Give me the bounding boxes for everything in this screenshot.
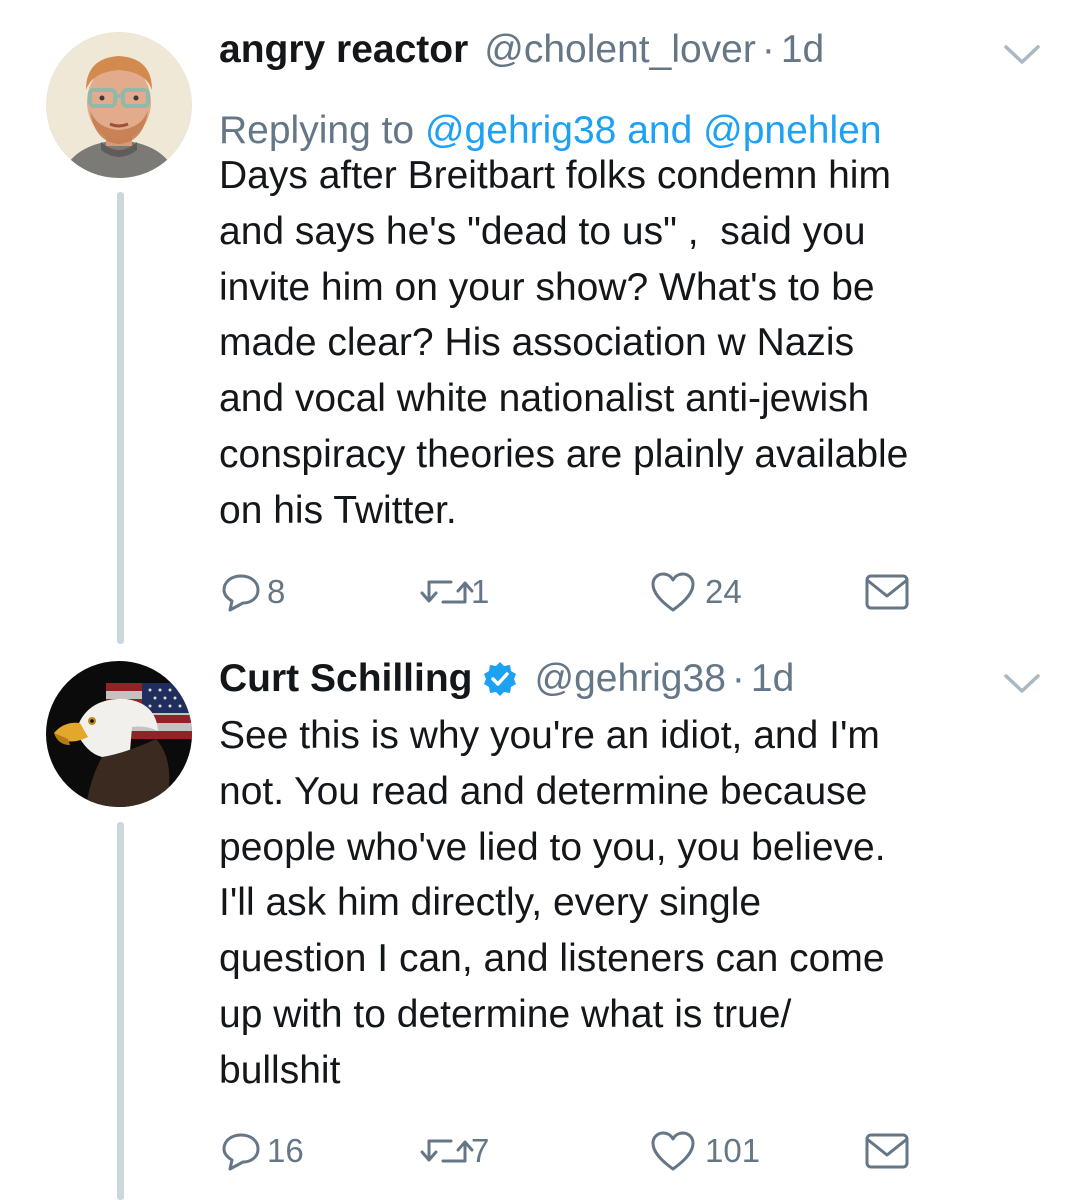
replying-prefix: Replying to <box>219 109 415 152</box>
direct-message-button[interactable] <box>863 567 911 617</box>
tweet[interactable]: Curt Schilling @gehrig38 · 1d See this i… <box>0 654 1081 1200</box>
tweet-header: Curt Schilling @gehrig38 · 1d <box>219 654 794 704</box>
tweet-text-line: up with to determine what is true/ <box>219 992 792 1036</box>
tweet-text-line: Days after Breitbart folks condemn him <box>219 154 891 197</box>
chevron-down-icon[interactable] <box>1002 672 1042 696</box>
retweet-button[interactable]: 7 <box>417 1126 489 1176</box>
like-count: 101 <box>705 1132 761 1169</box>
cartoon-portrait-avatar-icon <box>46 32 192 178</box>
mention-link[interactable]: @gehrig38 <box>425 109 616 152</box>
tweet-text-line: people who've lied to you, you believe. <box>219 825 886 869</box>
reply-count: 16 <box>267 1132 304 1169</box>
retweet-icon <box>420 1139 474 1163</box>
tweet-header: angry reactor @cholent_lover · 1d <box>219 25 824 75</box>
tweet-actions: 8 1 24 <box>219 567 919 617</box>
envelope-icon <box>865 574 909 610</box>
tweet-text-line: not. You read and determine because <box>219 769 868 813</box>
reply-icon <box>222 574 260 612</box>
separator: · <box>761 28 775 71</box>
retweet-icon <box>420 580 474 604</box>
heart-icon <box>651 1131 695 1171</box>
display-name[interactable]: angry reactor <box>219 28 468 72</box>
like-count: 24 <box>705 573 742 610</box>
reply-button[interactable]: 8 <box>219 567 285 617</box>
tweet-text: Days after Breitbart folks condemn him a… <box>219 148 1049 539</box>
tweet-text-line: bullshit <box>219 1048 341 1092</box>
tweet-text-line: See this is why you're an idiot, and I'm <box>219 714 880 757</box>
like-button[interactable]: 101 <box>649 1126 760 1176</box>
replying-and[interactable]: and <box>627 109 692 152</box>
handle[interactable]: @gehrig38 <box>535 657 726 701</box>
replying-to: Replying to @gehrig38 and @pnehlen <box>219 109 882 153</box>
direct-message-button[interactable] <box>863 1126 911 1176</box>
tweet-text-line: on his Twitter. <box>219 488 457 532</box>
tweet-text-line: made clear? His association w Nazis <box>219 321 855 365</box>
tweet-text-line: question I can, and listeners can come <box>219 937 885 981</box>
timestamp[interactable]: 1d <box>751 657 794 701</box>
eagle-flag-avatar-icon <box>46 661 192 807</box>
tweet-text-line: conspiracy theories are plainly availabl… <box>219 432 909 476</box>
reply-button[interactable]: 16 <box>219 1126 304 1176</box>
tweet-actions: 16 7 101 <box>219 1126 919 1176</box>
tweet-text-line: I'll ask him directly, every single <box>219 881 762 925</box>
timestamp[interactable]: 1d <box>781 28 824 72</box>
verified-badge-icon <box>483 662 516 696</box>
retweet-count: 7 <box>471 1132 490 1169</box>
reply-count: 8 <box>267 573 286 610</box>
avatar[interactable] <box>46 32 192 178</box>
separator: · <box>731 657 745 700</box>
tweet-text-line: and vocal white nationalist anti-jewish <box>219 377 870 421</box>
like-button[interactable]: 24 <box>649 567 742 617</box>
mention-link[interactable]: @pnehlen <box>703 109 881 152</box>
tweet-text: See this is why you're an idiot, and I'm… <box>219 708 1049 1099</box>
avatar[interactable] <box>46 661 192 807</box>
tweet[interactable]: angry reactor @cholent_lover · 1d Replyi… <box>0 25 1081 625</box>
retweet-button[interactable]: 1 <box>417 567 489 617</box>
envelope-icon <box>865 1133 909 1169</box>
tweet-text-line: and says he's "dead to us" , said you <box>219 209 866 253</box>
display-name[interactable]: Curt Schilling <box>219 657 473 701</box>
handle[interactable]: @cholent_lover <box>484 28 756 72</box>
retweet-count: 1 <box>471 573 490 610</box>
tweet-text-line: invite him on your show? What's to be <box>219 265 875 309</box>
reply-icon <box>222 1133 260 1171</box>
heart-icon <box>651 572 695 612</box>
chevron-down-icon[interactable] <box>1002 43 1042 67</box>
